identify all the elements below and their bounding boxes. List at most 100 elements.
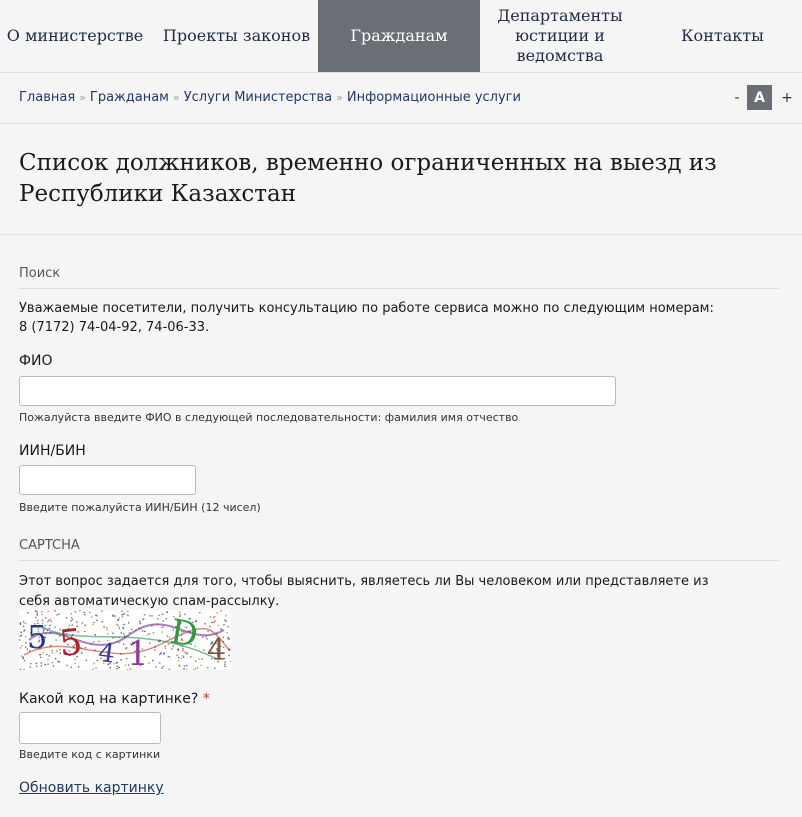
captcha-noise-dot [52, 665, 55, 667]
captcha-noise-dot [71, 618, 74, 621]
captcha-image: 5 5 4 1 D 4 [19, 610, 233, 674]
captcha-noise-dot [54, 610, 56, 612]
captcha-noise-dot [101, 610, 103, 612]
fio-input[interactable] [19, 376, 616, 406]
captcha-noise-dot [213, 617, 215, 619]
captcha-noise-dot [118, 617, 120, 619]
captcha-noise-dot [123, 633, 125, 635]
captcha-image-graphic: 5 5 4 1 D 4 [19, 610, 233, 674]
captcha-noise-dot [96, 619, 98, 622]
captcha-noise-dot [65, 617, 68, 619]
captcha-noise-dot [29, 666, 31, 668]
search-section-label: Поиск [19, 266, 61, 281]
captcha-noise-dot [178, 660, 180, 662]
captcha-noise-dot [216, 612, 218, 614]
captcha-noise-dot [70, 666, 72, 668]
captcha-noise-dot [220, 628, 222, 630]
captcha-noise-dot [22, 656, 24, 658]
captcha-noise-dot [160, 652, 162, 655]
refresh-captcha-link[interactable]: Обновить картинку [19, 780, 164, 796]
captcha-noise-dot [103, 626, 105, 628]
captcha-noise-dot [84, 646, 87, 649]
captcha-noise-dot [154, 649, 156, 651]
captcha-noise-dot [19, 622, 21, 624]
captcha-noise-dot [93, 662, 95, 665]
captcha-char: 4 [96, 638, 117, 670]
captcha-noise-dot [192, 669, 195, 671]
captcha-noise-dot [169, 656, 171, 658]
captcha-noise-dot [56, 650, 58, 652]
captcha-noise-dot [195, 660, 197, 662]
captcha-noise-dot [116, 661, 118, 664]
captcha-noise-dot [121, 616, 124, 618]
captcha-noise-dot [40, 665, 43, 667]
captcha-noise-dot [155, 666, 157, 668]
captcha-noise-dot [167, 655, 169, 658]
breadcrumb-ministry-services[interactable]: Услуги Министерства [184, 90, 332, 105]
captcha-noise-dot [47, 663, 49, 665]
iin-input[interactable] [19, 465, 196, 495]
captcha-noise-dot [139, 622, 142, 625]
captcha-noise-dot [162, 665, 164, 668]
captcha-noise-dot [142, 618, 144, 621]
captcha-noise-dot [35, 662, 38, 665]
captcha-noise-dot [77, 666, 80, 668]
captcha-noise-dot [22, 621, 25, 623]
captcha-noise-dot [51, 652, 54, 654]
captcha-noise-dot [55, 657, 57, 660]
captcha-noise-dot [139, 621, 141, 623]
captcha-noise-dot [23, 669, 25, 671]
captcha-noise-dot [96, 615, 98, 617]
required-mark: * [202, 691, 210, 707]
font-increase-button[interactable]: + [779, 85, 795, 110]
captcha-noise-dot [36, 613, 38, 615]
captcha-noise-dot [58, 661, 60, 663]
captcha-noise-dot [127, 614, 129, 617]
captcha-noise-dot [185, 669, 188, 671]
captcha-noise-dot [217, 624, 219, 627]
nav-item-about[interactable]: О министерстве [0, 0, 150, 72]
page-title: Список должников, временно ограниченных … [19, 150, 717, 207]
captcha-noise-dot [120, 632, 123, 634]
breadcrumb-separator: » [79, 91, 86, 104]
nav-item-citizens[interactable]: Гражданам [318, 0, 480, 72]
captcha-noise-dot [190, 656, 192, 658]
captcha-noise-dot [112, 632, 114, 634]
breadcrumb-information-services[interactable]: Информационные услуги [347, 90, 521, 105]
captcha-noise-dot [57, 660, 59, 662]
captcha-code-input[interactable] [19, 712, 161, 744]
iin-hint: Введите пожалуйста ИИН/БИН (12 чисел) [19, 501, 261, 514]
captcha-noise-dot [74, 611, 76, 613]
breadcrumb-home[interactable]: Главная [19, 90, 75, 105]
captcha-section-label: CAPTCHA [19, 538, 80, 553]
captcha-noise-dot [47, 659, 49, 661]
captcha-noise-dot [168, 668, 170, 671]
breadcrumb-citizens[interactable]: Гражданам [90, 90, 169, 105]
font-decrease-button[interactable]: - [730, 85, 744, 110]
consultation-info: Уважаемые посетители, получить консульта… [19, 301, 714, 316]
captcha-noise-dot [95, 667, 97, 669]
font-normal-button[interactable]: A [747, 85, 772, 110]
captcha-noise-dot [121, 610, 123, 612]
captcha-noise-dot [30, 662, 32, 665]
captcha-noise-dot [141, 630, 144, 632]
captcha-noise-dot [85, 659, 88, 662]
captcha-noise-dot [226, 632, 228, 634]
nav-item-departments[interactable]: Департаменты юстиции и ведомства [490, 0, 630, 72]
captcha-noise-dot [19, 639, 21, 641]
captcha-noise-dot [93, 641, 95, 643]
breadcrumb-separator: » [172, 91, 180, 104]
captcha-noise-dot [182, 656, 185, 658]
captcha-noise-dot [19, 647, 22, 649]
captcha-noise-dot [116, 668, 118, 670]
captcha-noise-dot [161, 626, 163, 629]
captcha-noise-dot [130, 628, 133, 631]
nav-item-law-projects[interactable]: Проекты законов [155, 0, 318, 72]
nav-item-contacts[interactable]: Контакты [650, 0, 795, 72]
captcha-noise-dot [158, 614, 160, 616]
captcha-noise-dot [225, 615, 227, 617]
captcha-noise-dot [162, 626, 165, 628]
captcha-noise-dot [151, 615, 153, 617]
captcha-noise-dot [34, 610, 37, 612]
captcha-noise-dot [149, 615, 151, 617]
